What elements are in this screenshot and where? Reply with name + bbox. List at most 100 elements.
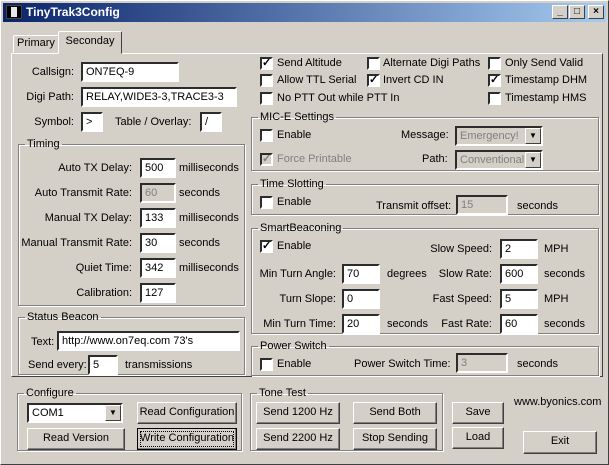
status-text-input[interactable]: http://www.on7eq.com 73's [57,331,240,351]
app-icon [6,5,22,19]
calibration-label: Calibration: [76,287,132,299]
close-button[interactable]: × [588,5,604,19]
com-port-select[interactable]: COM1 ▼ [27,403,123,423]
read-configuration-button[interactable]: Read Configuration [137,402,237,424]
minimize-button[interactable]: _ [552,5,568,19]
send-2200hz-button[interactable]: Send 2200 Hz [256,428,340,450]
tone-test-legend: Tone Test [259,387,306,399]
tab-secondary[interactable]: Seconday [58,31,122,54]
load-button[interactable]: Load [452,427,504,449]
window-title: TinyTrak3Config [26,5,120,19]
slow-speed-unit: MPH [544,243,569,255]
allow-ttl-checkbox[interactable] [260,74,273,87]
force-printable-label: Force Printable [277,153,352,165]
min-turn-time-input[interactable]: 20 [342,314,380,334]
com-port-value: COM1 [32,407,64,419]
dropdown-arrow-icon[interactable]: ▼ [105,405,121,421]
only-send-valid-label: Only Send Valid [505,57,584,69]
fast-rate-input[interactable]: 60 [500,314,538,334]
min-turn-angle-input[interactable]: 70 [342,264,380,284]
read-version-button[interactable]: Read Version [27,428,125,450]
dropdown-arrow-icon[interactable]: ▼ [525,152,541,168]
power-switch-legend: Power Switch [260,340,327,352]
fast-speed-label: Fast Speed: [432,293,492,305]
force-printable-checkbox[interactable]: ✓ [260,153,273,166]
manual-transmit-rate-unit: seconds [179,237,220,249]
allow-ttl-label: Allow TTL Serial [277,74,357,86]
slow-speed-label: Slow Speed: [430,243,492,255]
send-1200hz-button[interactable]: Send 1200 Hz [256,402,340,424]
timestamp-hms-label: Timestamp HMS [505,92,587,104]
write-configuration-button[interactable]: Write Configuration [137,428,237,450]
mic-e-enable-checkbox[interactable] [260,129,273,142]
send-altitude-label: Send Altitude [277,57,342,69]
auto-transmit-rate-input[interactable]: 60 [140,183,176,203]
time-slotting-legend: Time Slotting [260,178,324,190]
mic-e-message-label: Message: [401,129,449,141]
timestamp-hms-checkbox[interactable] [488,92,501,105]
manual-tx-delay-unit: milliseconds [179,212,239,224]
slotting-enable-label: Enable [277,196,312,208]
auto-transmit-rate-unit: seconds [179,187,220,199]
stop-sending-button[interactable]: Stop Sending [353,428,437,450]
table-overlay-input[interactable]: / [200,112,222,132]
power-enable-checkbox[interactable] [260,358,273,371]
timestamp-dhm-label: Timestamp DHM [505,74,588,86]
quiet-time-input[interactable]: 342 [140,258,176,278]
timestamp-dhm-checkbox[interactable]: ✓ [488,74,501,87]
digi-path-input[interactable]: RELAY,WIDE3-3,TRACE3-3 [81,87,237,107]
min-turn-angle-label: Min Turn Angle: [259,268,336,280]
symbol-input[interactable]: > [81,112,103,132]
send-both-button[interactable]: Send Both [353,402,437,424]
send-every-label: Send every: [28,359,87,371]
turn-slope-label: Turn Slope: [279,293,336,305]
mic-e-path-select[interactable]: Conventional ▼ [455,150,543,170]
mic-e-path-label: Path: [422,153,448,165]
maximize-button[interactable]: □ [569,5,585,19]
calibration-input[interactable]: 127 [140,283,176,303]
fast-speed-input[interactable]: 5 [500,289,538,309]
timing-legend: Timing [27,138,60,150]
slotting-enable-checkbox[interactable] [260,196,273,209]
manual-tx-delay-label: Manual TX Delay: [44,212,132,224]
exit-button[interactable]: Exit [523,431,597,454]
min-turn-time-label: Min Turn Time: [263,318,336,330]
transmit-offset-input[interactable]: 15 [456,195,508,215]
smartbeaconing-legend: SmartBeaconing [260,222,342,234]
configure-legend: Configure [26,387,74,399]
quiet-time-unit: milliseconds [179,262,239,274]
mic-e-message-value: Emergency! [460,130,519,142]
manual-transmit-rate-input[interactable]: 30 [140,233,176,253]
slow-speed-input[interactable]: 2 [500,239,538,259]
send-every-input[interactable]: 5 [88,355,118,375]
invert-cd-label: Invert CD IN [383,74,444,86]
power-enable-label: Enable [277,358,312,370]
manual-tx-delay-input[interactable]: 133 [140,208,176,228]
no-ptt-checkbox[interactable] [260,92,273,105]
title-bar: TinyTrak3Config _ □ × [3,3,606,22]
alternate-digi-checkbox[interactable] [367,57,380,70]
callsign-input[interactable]: ON7EQ-9 [81,62,179,82]
send-altitude-checkbox[interactable]: ✓ [260,57,273,70]
symbol-label: Symbol: [34,116,74,128]
main-window: TinyTrak3Config _ □ × Primary Seconday C… [0,0,609,465]
invert-cd-checkbox[interactable]: ✓ [367,74,380,87]
tab-primary[interactable]: Primary [13,35,59,53]
mic-e-message-select[interactable]: Emergency! ▼ [455,126,543,146]
dropdown-arrow-icon[interactable]: ▼ [525,128,541,144]
fast-speed-unit: MPH [544,293,569,305]
power-switch-time-input[interactable]: 3 [456,353,508,373]
auto-tx-delay-input[interactable]: 500 [140,158,176,178]
turn-slope-input[interactable]: 0 [342,289,380,309]
callsign-label: Callsign: [31,66,74,78]
fast-rate-label: Fast Rate: [441,318,492,330]
tab-panel: Callsign: ON7EQ-9 Digi Path: RELAY,WIDE3… [11,53,603,377]
slow-rate-unit: seconds [544,268,585,280]
save-button[interactable]: Save [452,402,504,424]
slow-rate-input[interactable]: 600 [500,264,538,284]
only-send-valid-checkbox[interactable] [488,57,501,70]
alternate-digi-label: Alternate Digi Paths [383,57,481,69]
send-every-unit: transmissions [125,359,193,371]
smartbeaconing-enable-checkbox[interactable]: ✓ [260,240,273,253]
mic-e-enable-label: Enable [277,129,312,141]
